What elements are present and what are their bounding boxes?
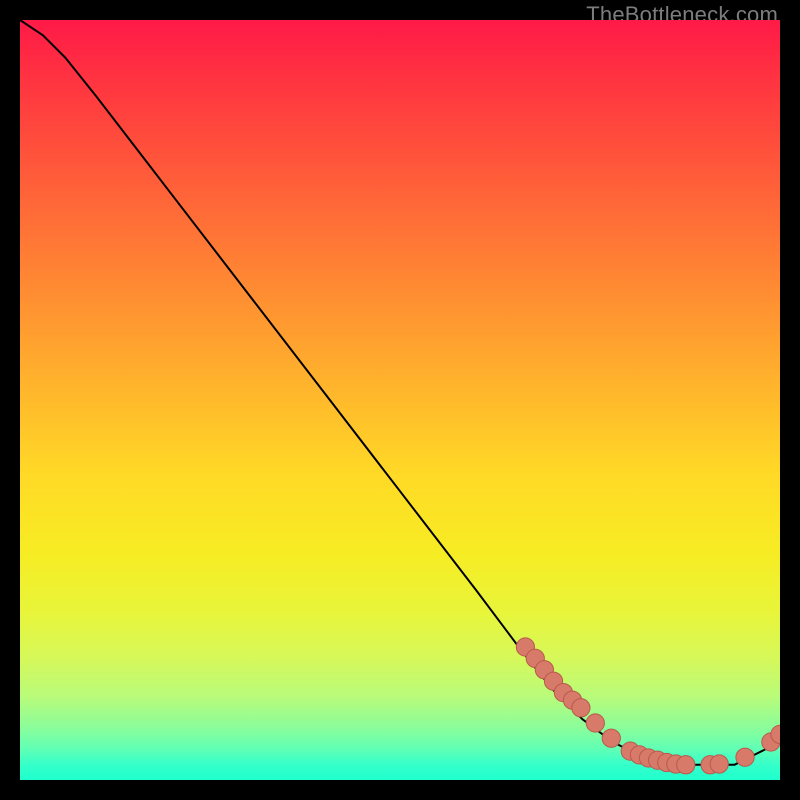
chart-stage: TheBottleneck.com [0,0,800,800]
data-marker [602,729,620,747]
data-marker [586,714,604,732]
data-markers [516,638,780,774]
data-marker [572,699,590,717]
data-marker [736,748,754,766]
data-marker [677,756,695,774]
plot-area [20,20,780,780]
chart-overlay [20,20,780,780]
data-marker [710,755,728,773]
data-curve [20,20,780,765]
